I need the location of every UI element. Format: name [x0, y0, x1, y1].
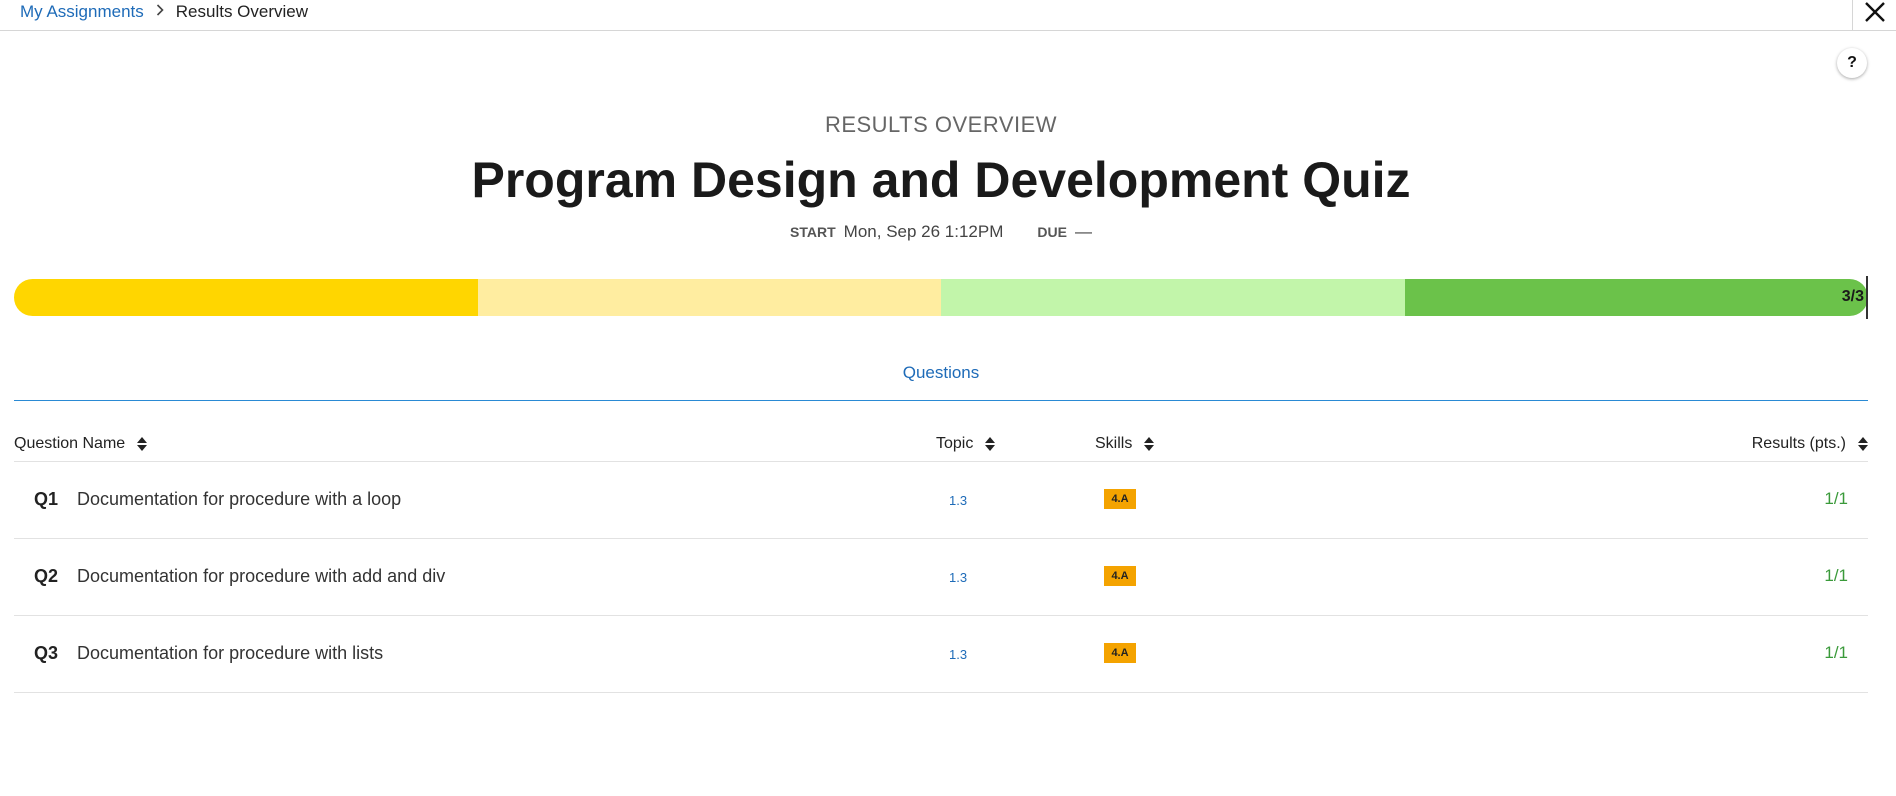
column-topic[interactable]: Topic [936, 435, 996, 453]
question-name[interactable]: Documentation for procedure with add and… [77, 566, 445, 587]
help-icon: ? [1847, 54, 1857, 71]
column-question-name[interactable]: Question Name [14, 435, 148, 453]
column-label: Skills [1095, 435, 1133, 452]
table-row[interactable]: Q3 Documentation for procedure with list… [14, 616, 1868, 693]
progress-segment [941, 279, 1405, 316]
top-bar: My Assignments Results Overview [0, 0, 1896, 31]
skill-badge: 4.A [1104, 566, 1136, 586]
column-label: Question Name [14, 435, 126, 452]
table-header: Question Name Topic Skills Results (pts.… [14, 430, 1868, 462]
chevron-right-icon [156, 3, 164, 19]
skill-badge: 4.A [1104, 643, 1136, 663]
due-label: DUE [1037, 224, 1067, 240]
topic-link[interactable]: 1.3 [949, 493, 967, 508]
topic-link[interactable]: 1.3 [949, 570, 967, 585]
breadcrumb-my-assignments[interactable]: My Assignments [20, 2, 144, 22]
sort-icon [985, 436, 996, 452]
result-score: 1/1 [1824, 566, 1848, 585]
table-row[interactable]: Q2 Documentation for procedure with add … [14, 539, 1868, 616]
breadcrumb: My Assignments Results Overview [20, 2, 308, 22]
progress-label: 3/3 [1841, 288, 1864, 305]
question-name[interactable]: Documentation for procedure with lists [77, 643, 383, 664]
column-label: Results (pts.) [1751, 435, 1846, 452]
assignment-meta: START Mon, Sep 26 1:12PM DUE — [0, 222, 1882, 242]
page-subtitle: RESULTS OVERVIEW [824, 112, 1058, 137]
question-number: Q2 [34, 566, 59, 586]
close-button[interactable] [1852, 0, 1896, 31]
column-label: Topic [936, 435, 974, 452]
breadcrumb-current: Results Overview [175, 2, 309, 21]
question-number: Q3 [34, 643, 59, 663]
sort-icon [1144, 436, 1155, 452]
table-row[interactable]: Q1 Documentation for procedure with a lo… [14, 462, 1868, 539]
question-number: Q1 [34, 489, 59, 509]
progress-bar [14, 279, 1868, 316]
start-label: START [790, 224, 836, 240]
sort-icon [1858, 436, 1868, 452]
tab-questions[interactable]: Questions [0, 363, 1882, 383]
skill-badge: 4.A [1104, 489, 1136, 509]
start-value: Mon, Sep 26 1:12PM [843, 222, 1004, 241]
question-name[interactable]: Documentation for procedure with a loop [77, 489, 401, 510]
result-score: 1/1 [1824, 489, 1848, 508]
progress-segment [14, 279, 478, 316]
sort-icon [137, 436, 148, 452]
close-icon [1865, 2, 1885, 22]
tab-underline [14, 400, 1868, 401]
progress-segment [477, 279, 941, 316]
page-title: Program Design and Development Quiz [471, 152, 1411, 208]
progress-end-marker [1866, 276, 1868, 319]
column-skills[interactable]: Skills [1095, 435, 1155, 453]
progress-segment [1404, 279, 1868, 316]
result-score: 1/1 [1824, 643, 1848, 662]
topic-link[interactable]: 1.3 [949, 647, 967, 662]
column-results[interactable]: Results (pts.) [1752, 435, 1868, 453]
help-button[interactable]: ? [1837, 48, 1867, 78]
due-value: — [1074, 222, 1092, 241]
